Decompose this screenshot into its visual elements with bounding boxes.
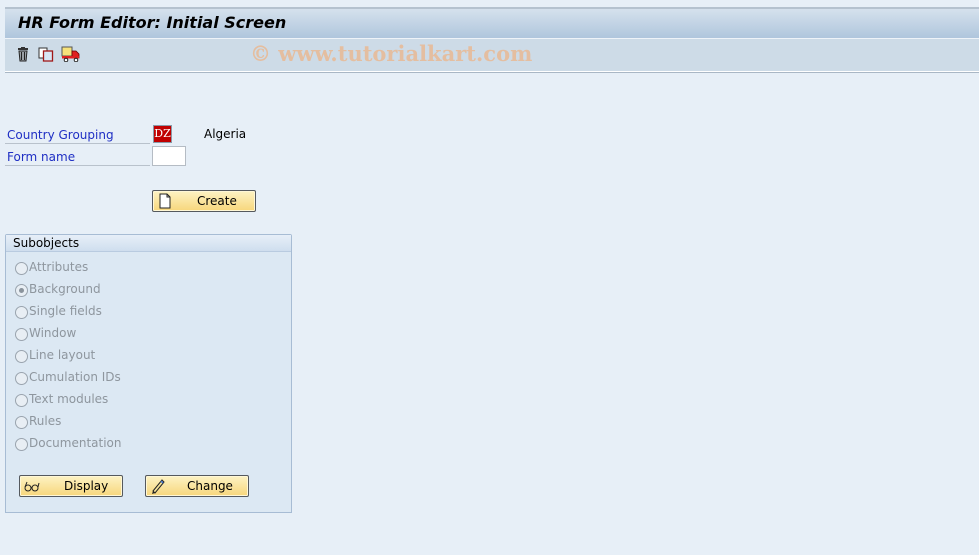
radio-circle [15, 306, 28, 319]
radio-circle [15, 438, 28, 451]
radio-circle [15, 284, 28, 297]
display-button[interactable]: Display [19, 475, 123, 497]
change-button-label: Change [187, 479, 233, 493]
pencil-icon [150, 478, 166, 494]
divider [5, 143, 150, 144]
radio-circle [15, 394, 28, 407]
copy-icon[interactable] [38, 46, 54, 62]
delete-icon[interactable] [15, 46, 31, 62]
form-name-label: Form name [7, 150, 76, 164]
radio-circle [15, 328, 28, 341]
create-button[interactable]: Create [152, 190, 256, 212]
radio-label: Text modules [29, 392, 109, 406]
watermark: © www.tutorialkart.com [250, 41, 533, 66]
radio-label: Single fields [29, 304, 102, 318]
radio-label: Cumulation IDs [29, 370, 121, 384]
radio-circle [15, 416, 28, 429]
radio-circle [15, 372, 28, 385]
radio-label: Rules [29, 414, 62, 428]
subobjects-title: Subobjects [6, 235, 291, 252]
title-bar: HR Form Editor: Initial Screen [5, 7, 979, 39]
subobjects-group: Subobjects Attributes Background Single … [5, 234, 292, 513]
country-grouping-description: Algeria [204, 127, 247, 141]
glasses-icon [24, 478, 40, 494]
page-title: HR Form Editor: Initial Screen [18, 13, 287, 32]
change-button[interactable]: Change [145, 475, 249, 497]
radio-circle [15, 350, 28, 363]
country-grouping-label: Country Grouping [7, 128, 114, 142]
radio-circle [15, 262, 28, 275]
new-document-icon [157, 193, 173, 209]
country-grouping-field[interactable]: DZ [153, 125, 172, 143]
form-name-input[interactable] [152, 146, 186, 166]
application-toolbar: © www.tutorialkart.com [5, 38, 979, 73]
divider [5, 165, 150, 166]
radio-label: Attributes [29, 260, 89, 274]
radio-label: Line layout [29, 348, 96, 362]
create-button-label: Create [197, 194, 237, 208]
radio-label: Window [29, 326, 77, 340]
display-button-label: Display [64, 479, 109, 493]
radio-label: Background [29, 282, 101, 296]
divider [5, 71, 979, 72]
radio-label: Documentation [29, 436, 122, 450]
transport-icon[interactable] [61, 46, 81, 63]
